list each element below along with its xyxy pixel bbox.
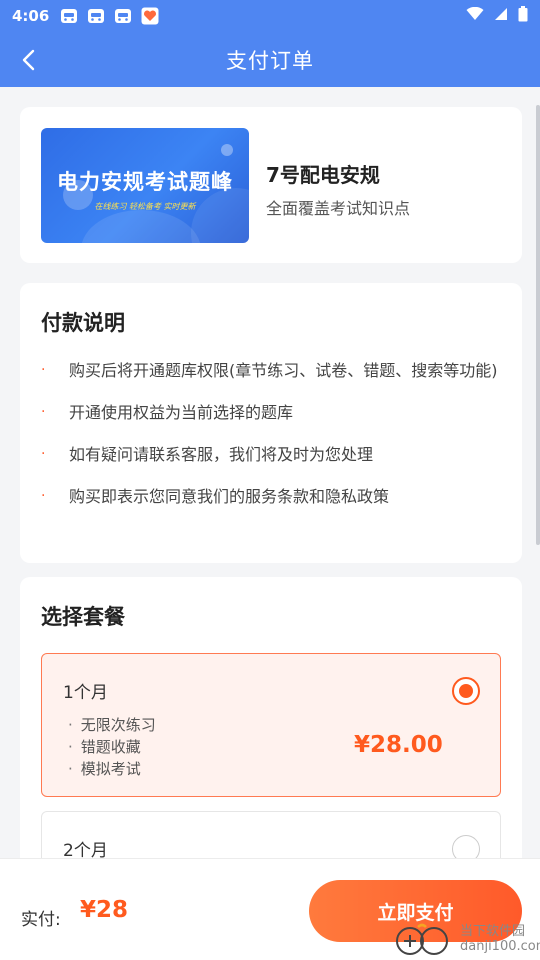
nav-bar: 支付订单 bbox=[0, 32, 540, 87]
payment-info-list: · 购买后将开通题库权限(章节练习、试卷、错题、搜索等功能) · 开通使用权益为当前… bbox=[41, 356, 501, 524]
watermark-site-url: danji100.com bbox=[460, 939, 540, 954]
radio-selected[interactable] bbox=[452, 677, 480, 705]
chevron-left-icon bbox=[22, 49, 35, 71]
back-button[interactable] bbox=[14, 46, 42, 74]
page-title: 支付订单 bbox=[226, 48, 314, 73]
product-banner: 电力安规考试题峰 在线练习 轻松备考 实时更新 bbox=[41, 128, 249, 243]
battery-icon bbox=[518, 6, 528, 26]
plan-option-2-month[interactable]: 2个月 bbox=[41, 811, 501, 858]
watermark-logo-icon bbox=[392, 921, 460, 957]
signal-icon bbox=[494, 7, 508, 25]
car-app-icon bbox=[59, 7, 79, 25]
payment-info-card: 付款说明 · 购买后将开通题库权限(章节练习、试卷、错题、搜索等功能) · 开通使用… bbox=[20, 283, 522, 563]
list-item: · 购买后将开通题库权限(章节练习、试卷、错题、搜索等功能) bbox=[41, 361, 498, 380]
product-card: 电力安规考试题峰 在线练习 轻松备考 实时更新 7号配电安规 全面覆盖考试知识点 bbox=[20, 107, 522, 263]
plan-name: 1个月 bbox=[63, 683, 108, 703]
paid-amount: ¥28 bbox=[80, 897, 129, 923]
top-header: 4:06 支付订单 bbox=[0, 0, 540, 87]
list-item: · 购买即表示您同意我们的服务条款和隐私政策 bbox=[41, 487, 390, 506]
status-bar: 4:06 bbox=[0, 0, 540, 32]
status-time: 4:06 bbox=[12, 7, 50, 25]
watermark-site-name: 当下软件园 bbox=[460, 924, 526, 939]
scrollbar[interactable] bbox=[536, 105, 540, 545]
content-scroll[interactable]: 电力安规考试题峰 在线练习 轻松备考 实时更新 7号配电安规 全面覆盖考试知识点… bbox=[0, 87, 540, 858]
plan-selection-card: 选择套餐 1个月 · 无限次练习 · 错题收藏 · 模拟考试 ¥28.00 2个月 bbox=[20, 577, 522, 858]
product-name: 7号配电安规 bbox=[266, 163, 380, 187]
heart-app-icon bbox=[140, 7, 160, 25]
plan-feature: · 无限次练习 bbox=[68, 716, 156, 734]
list-item: · 如有疑问请联系客服，我们将及时为您处理 bbox=[41, 445, 374, 464]
banner-title: 电力安规考试题峰 bbox=[57, 170, 233, 194]
plan-features: · 无限次练习 · 错题收藏 · 模拟考试 bbox=[68, 714, 156, 780]
radio-unselected[interactable] bbox=[452, 835, 480, 858]
car-app-icon bbox=[113, 7, 133, 25]
plan-option-1-month[interactable]: 1个月 · 无限次练习 · 错题收藏 · 模拟考试 ¥28.00 bbox=[41, 653, 501, 797]
list-item: · 开通使用权益为当前选择的题库 bbox=[41, 403, 294, 422]
plan-name: 2个月 bbox=[63, 841, 108, 858]
watermark: 当下软件园 danji100.com bbox=[392, 920, 540, 958]
plan-section-title: 选择套餐 bbox=[41, 605, 125, 629]
plan-feature: · 错题收藏 bbox=[68, 738, 141, 756]
payment-info-title: 付款说明 bbox=[41, 311, 125, 335]
paid-label: 实付: bbox=[21, 910, 61, 930]
plan-price: ¥28.00 bbox=[354, 732, 443, 758]
banner-subtitle: 在线练习 轻松备考 实时更新 bbox=[94, 202, 196, 211]
product-desc: 全面覆盖考试知识点 bbox=[266, 199, 411, 218]
wifi-icon bbox=[466, 6, 484, 25]
car-app-icon bbox=[86, 7, 106, 25]
plan-feature: · 模拟考试 bbox=[68, 760, 141, 778]
